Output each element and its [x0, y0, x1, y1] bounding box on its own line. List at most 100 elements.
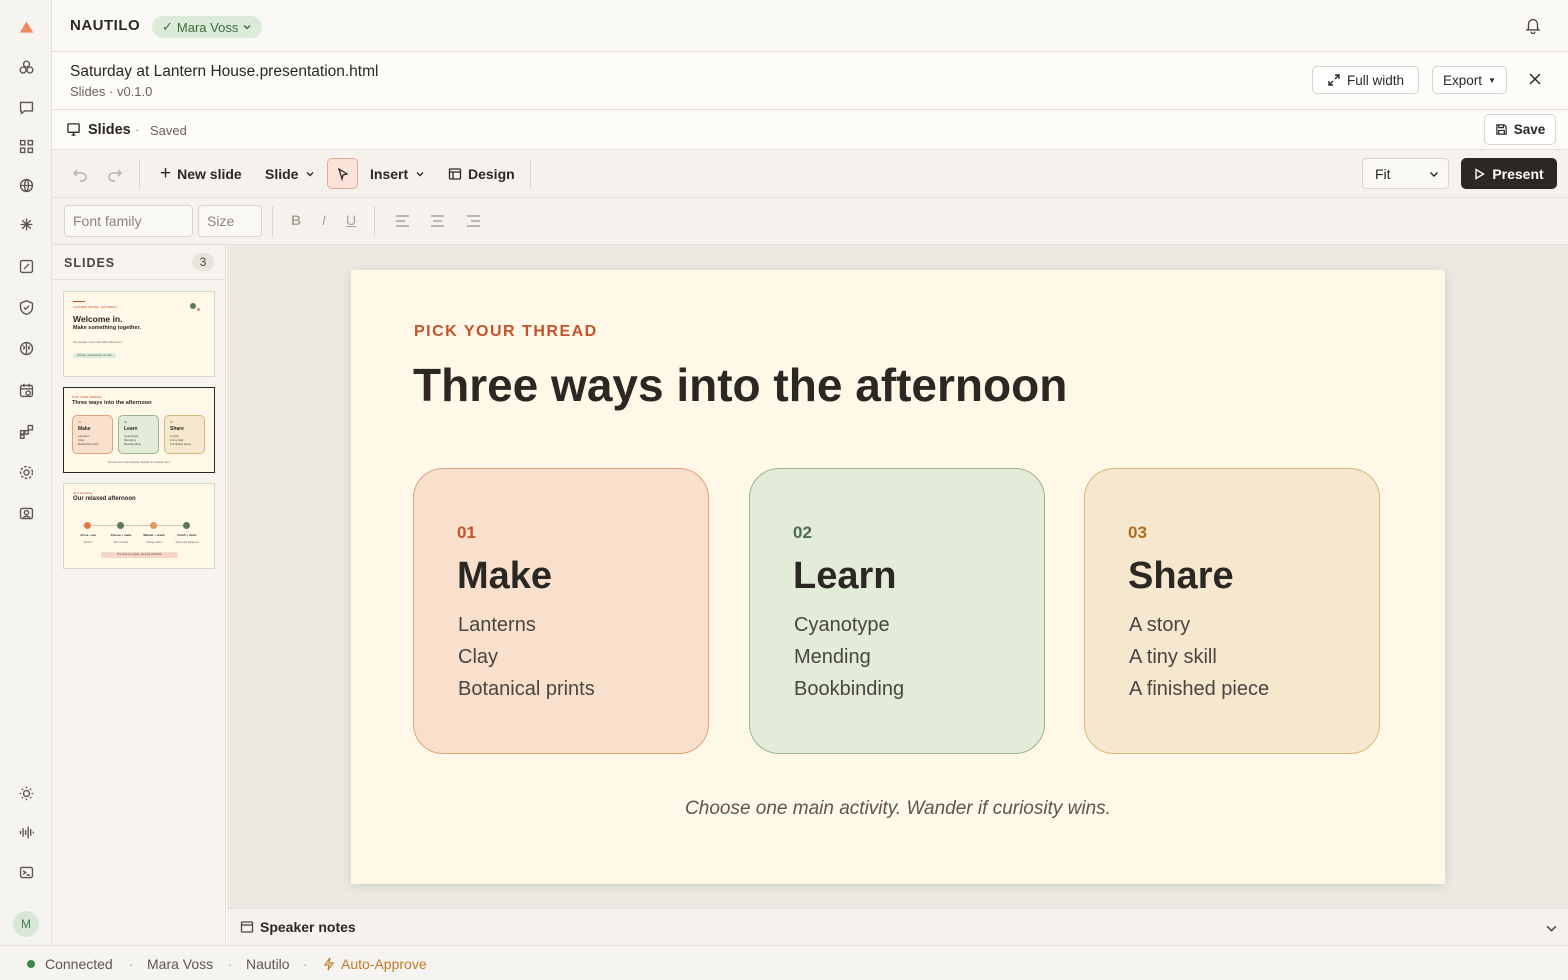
design-label: Design: [468, 166, 515, 182]
terminal-icon[interactable]: [14, 860, 38, 884]
toolbar-divider: [374, 206, 375, 236]
play-icon: [1475, 167, 1486, 180]
speaker-notes-bar[interactable]: Speaker notes: [227, 908, 1568, 945]
agents-icon[interactable]: [14, 55, 38, 79]
panel-title: SLIDES: [64, 256, 116, 270]
apps-icon[interactable]: [14, 419, 38, 443]
chevron-down-icon[interactable]: [1545, 922, 1558, 940]
thumb-kicker: AT A GLANCE: [73, 491, 93, 495]
sun-icon[interactable]: [14, 781, 38, 805]
present-label: Present: [1492, 165, 1544, 182]
edit-icon[interactable]: [14, 254, 38, 278]
thumb-card-num: 01: [78, 420, 82, 424]
slide-menu-button[interactable]: Slide: [265, 160, 316, 188]
thumb-step-title: Arrive + tea: [80, 533, 96, 537]
separator-dot: ·: [228, 956, 233, 972]
card-title: Share: [1128, 555, 1234, 597]
logo-icon[interactable]: [14, 15, 38, 39]
chat-icon[interactable]: [14, 95, 38, 119]
slide-card-share[interactable]: 03 Share A story A tiny skill A finished…: [1084, 468, 1380, 754]
toolbar-divider: [530, 159, 531, 189]
font-family-input[interactable]: Font family: [64, 205, 193, 237]
auto-approve-toggle[interactable]: Auto-Approve: [323, 956, 427, 972]
insert-menu-button[interactable]: Insert: [370, 160, 426, 188]
chevron-down-icon: [306, 172, 314, 177]
new-slide-button[interactable]: + New slide: [160, 160, 242, 188]
thumb-card: 01 Make Lanterns Clay Botanical prints: [72, 415, 113, 454]
expand-icon: [1328, 74, 1340, 86]
slide-title[interactable]: Three ways into the afternoon: [413, 358, 1067, 412]
card-number: 03: [1128, 523, 1147, 542]
globe-icon[interactable]: [14, 173, 38, 197]
speaker-notes-label: Speaker notes: [260, 919, 356, 935]
export-button[interactable]: Export ▼: [1432, 66, 1507, 94]
insert-menu-label: Insert: [370, 166, 409, 182]
underline-button[interactable]: U: [346, 212, 356, 228]
slide-card-learn[interactable]: 02 Learn Cyanotype Mending Bookbinding: [749, 468, 1045, 754]
waveform-icon[interactable]: [14, 820, 38, 844]
save-button[interactable]: Save: [1484, 114, 1556, 145]
present-button[interactable]: Present: [1461, 158, 1557, 189]
thumb-card-title: Share: [170, 426, 184, 432]
slide-card-make[interactable]: 01 Make Lanterns Clay Botanical prints: [413, 468, 709, 754]
slide-thumbnail-3[interactable]: AT A GLANCE Our relaxed afternoon Arrive…: [63, 483, 215, 569]
font-size-input[interactable]: Size: [198, 205, 262, 237]
slides-panel: SLIDES 3 LANTERN HOUSE · SATURDAY Welcom…: [52, 245, 226, 945]
slide-footer[interactable]: Choose one main activity. Wander if curi…: [351, 798, 1445, 820]
thumb-title: Our relaxed afternoon: [73, 496, 136, 502]
align-right-icon[interactable]: [466, 214, 481, 233]
grid-icon[interactable]: [14, 134, 38, 158]
thumb-timeline-dot: [183, 522, 190, 529]
thumb-card-item: Botanical prints: [78, 442, 99, 446]
card-number: 01: [457, 523, 476, 542]
slide-thumbnail-2[interactable]: PICK YOUR THREAD Three ways into the aft…: [63, 387, 215, 473]
slide-canvas: PICK YOUR THREAD Three ways into the aft…: [227, 245, 1568, 908]
card-number: 02: [793, 523, 812, 542]
spark-icon[interactable]: [14, 212, 38, 236]
cursor-icon: [337, 167, 349, 181]
avatar[interactable]: M: [13, 911, 39, 937]
italic-button[interactable]: I: [322, 212, 326, 228]
thumb-card-item: Bookbinding: [124, 442, 141, 446]
toolbar-divider: [139, 159, 140, 189]
align-left-icon[interactable]: [395, 214, 410, 233]
user-switcher[interactable]: ✓ Mara Voss: [152, 16, 263, 38]
monitor-icon: [66, 122, 81, 142]
thumb-step-title: Finish + share: [177, 533, 197, 537]
redo-icon[interactable]: [107, 166, 123, 187]
check-icon: ✓: [162, 19, 173, 34]
design-button[interactable]: Design: [448, 160, 515, 188]
file-header: Saturday at Lantern House.presentation.h…: [52, 52, 1568, 110]
thumb-accent-line: [73, 301, 85, 302]
slide-kicker[interactable]: PICK YOUR THREAD: [414, 323, 598, 341]
bold-button[interactable]: B: [291, 212, 301, 228]
connection-dot: [27, 960, 35, 968]
undo-icon[interactable]: [72, 166, 88, 187]
separator-dot: ·: [303, 956, 308, 972]
separator-dot: ·: [129, 956, 134, 972]
separator-dot: ·: [135, 122, 140, 137]
calendar-clock-icon[interactable]: [14, 378, 38, 402]
top-bar: NAUTILO ✓ Mara Voss: [52, 0, 1568, 52]
thumb-timeline-line: [82, 525, 190, 526]
slide-thumbnail-1[interactable]: LANTERN HOUSE · SATURDAY Welcome in. Mak…: [63, 291, 215, 377]
panel-divider: [52, 279, 226, 280]
bell-icon[interactable]: [1524, 16, 1542, 39]
close-icon[interactable]: [1528, 72, 1542, 91]
thumb-dot: [190, 303, 196, 309]
slide-editor[interactable]: PICK YOUR THREAD Three ways into the aft…: [351, 270, 1445, 884]
settings-icon[interactable]: [14, 460, 38, 484]
brain-icon[interactable]: [14, 336, 38, 360]
align-center-icon[interactable]: [430, 214, 445, 233]
select-tool-button[interactable]: [327, 158, 358, 189]
chevron-down-icon: [1430, 171, 1438, 177]
shield-icon[interactable]: [14, 295, 38, 319]
file-meta: Slides · v0.1.0: [70, 84, 153, 99]
new-slide-label: New slide: [177, 166, 242, 182]
full-width-label: Full width: [1346, 72, 1405, 88]
thumb-card-item: A finished piece: [170, 442, 192, 446]
zoom-select[interactable]: Fit: [1362, 158, 1449, 189]
contact-card-icon[interactable]: [14, 501, 38, 525]
full-width-button[interactable]: Full width: [1312, 66, 1419, 94]
thumb-kicker: LANTERN HOUSE · SATURDAY: [73, 305, 118, 309]
